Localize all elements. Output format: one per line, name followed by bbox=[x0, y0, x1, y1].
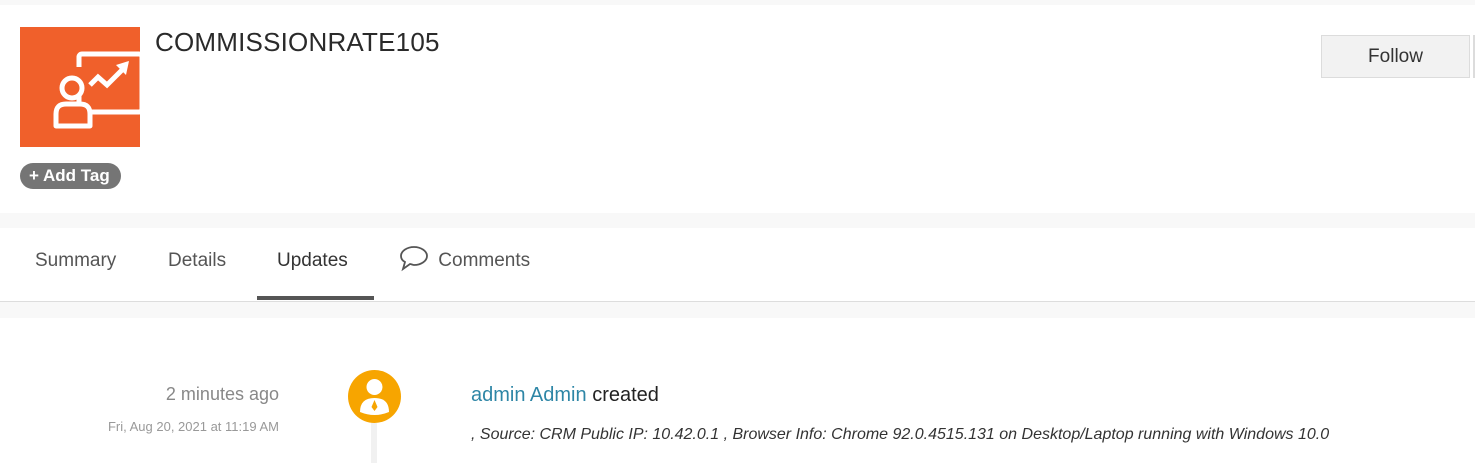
update-relative-time: 2 minutes ago bbox=[165, 384, 279, 404]
update-details: , Source: CRM Public IP: 10.42.0.1 , Bro… bbox=[471, 426, 1330, 443]
page-title: COMMISSIONRATE105 bbox=[155, 27, 440, 57]
record-header: COMMISSIONRATE105 + Add Tag Follow bbox=[0, 5, 1475, 213]
user-avatar-icon bbox=[348, 370, 401, 423]
presentation-chart-icon bbox=[20, 27, 145, 147]
tab-summary[interactable]: Summary bbox=[35, 250, 116, 272]
tab-updates[interactable]: Updates bbox=[277, 250, 348, 272]
tab-comments[interactable]: Comments bbox=[399, 244, 530, 272]
updates-feed: 2 minutes ago Fri, Aug 20, 2021 at 11:19… bbox=[0, 318, 1475, 463]
tab-comments-label: Comments bbox=[438, 250, 531, 272]
follow-button[interactable]: Follow bbox=[1321, 35, 1470, 78]
timeline-line bbox=[371, 423, 377, 463]
update-headline: admin Admin created bbox=[471, 384, 659, 407]
add-tag-button[interactable]: + Add Tag bbox=[20, 163, 121, 189]
speech-bubble-icon bbox=[400, 246, 428, 272]
update-date: Fri, Aug 20, 2021 at 11:19 AM bbox=[107, 419, 279, 434]
update-action: created bbox=[592, 384, 659, 406]
tab-bar: Summary Details Updates Comments bbox=[0, 228, 1475, 302]
user-link[interactable]: admin Admin bbox=[471, 384, 587, 406]
tab-details[interactable]: Details bbox=[168, 250, 226, 272]
active-tab-indicator bbox=[257, 296, 374, 300]
